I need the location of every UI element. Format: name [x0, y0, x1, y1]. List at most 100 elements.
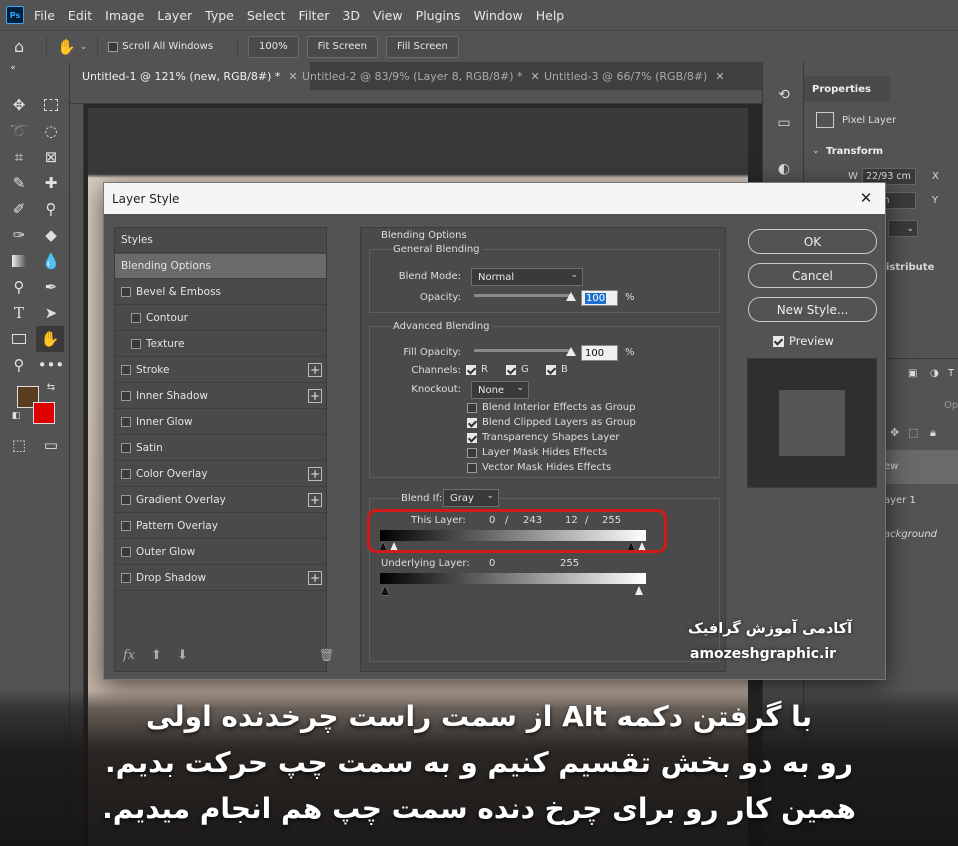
dialog-title-bar[interactable]: Layer Style	[104, 183, 885, 214]
menu-edit[interactable]: Edit	[68, 8, 92, 23]
tab-untitled-2[interactable]: Untitled-2 @ 83/9% (Layer 8, RGB/8#) * ✕	[290, 62, 552, 90]
zoom-100-button[interactable]: 100%	[248, 35, 299, 58]
layer-type-icon[interactable]: T	[948, 368, 954, 379]
quick-mask-icon[interactable]: ⬚	[8, 434, 30, 456]
style-item-pattern-overlay[interactable]: Pattern Overlay	[115, 514, 326, 539]
menu-plugins[interactable]: Plugins	[416, 8, 461, 23]
preview-checkbox[interactable]: Preview	[773, 334, 834, 348]
opacity-slider-track[interactable]	[474, 294, 571, 297]
add-effect-icon[interactable]: +	[308, 389, 322, 403]
layer-adjust-icon[interactable]: ◑	[930, 368, 939, 379]
blend-if-select[interactable]: Gray ⌄	[443, 489, 499, 507]
history-icon[interactable]: ⟲	[775, 86, 793, 104]
channel-g-checkbox[interactable]: G	[506, 364, 529, 375]
collapse-icon[interactable]: «	[2, 62, 24, 74]
hand-tool-icon[interactable]: ✋	[57, 38, 76, 56]
fit-screen-button[interactable]: Fit Screen	[306, 35, 378, 58]
properties-tab[interactable]: Properties	[804, 76, 890, 102]
marquee-tool-icon[interactable]	[40, 94, 62, 116]
background-color-swatch[interactable]	[33, 402, 55, 424]
add-effect-icon[interactable]: +	[308, 363, 322, 377]
style-item-checkbox[interactable]	[121, 365, 131, 375]
style-item-checkbox[interactable]	[131, 339, 141, 349]
style-item-gradient-overlay[interactable]: Gradient Overlay +	[115, 488, 326, 513]
history-brush-icon[interactable]: ✑	[8, 224, 30, 246]
add-effect-icon[interactable]: +	[308, 493, 322, 507]
style-item-drop-shadow[interactable]: Drop Shadow +	[115, 566, 326, 591]
style-item-outer-glow[interactable]: Outer Glow	[115, 540, 326, 565]
lock-artboard-icon[interactable]: ⬚	[908, 426, 918, 439]
blur-tool-icon[interactable]: 💧	[40, 250, 62, 272]
tab-untitled-1[interactable]: Untitled-1 @ 121% (new, RGB/8#) * ✕	[70, 62, 310, 90]
chevron-down-icon[interactable]: ⌄	[80, 42, 88, 52]
photoshop-logo[interactable]: Ps	[6, 6, 24, 24]
gradient-tool-icon[interactable]	[8, 250, 30, 272]
new-style-button[interactable]: New Style...	[748, 297, 877, 322]
underlying-white-slider[interactable]	[635, 586, 643, 595]
lasso-tool-icon[interactable]: ➰	[8, 120, 30, 142]
option-blend-clipped-layers-as-group[interactable]: Blend Clipped Layers as Group	[467, 417, 636, 428]
comment-icon[interactable]: ▭	[775, 114, 793, 132]
home-icon[interactable]: ⌂	[14, 37, 36, 56]
style-item-stroke[interactable]: Stroke +	[115, 358, 326, 383]
swap-colors-icon[interactable]: ⇆	[44, 380, 58, 394]
style-item-checkbox[interactable]	[121, 469, 131, 479]
adjustments-icon[interactable]: ◐	[775, 160, 793, 178]
menu-3d[interactable]: 3D	[342, 8, 360, 23]
style-item-satin[interactable]: Satin	[115, 436, 326, 461]
pen-tool-icon[interactable]: ✒	[40, 276, 62, 298]
fx-icon[interactable]: fx	[123, 648, 135, 663]
style-item-checkbox[interactable]	[121, 287, 131, 297]
quick-select-icon[interactable]: ◌	[40, 120, 62, 142]
chevron-down-icon[interactable]: ⌄	[812, 146, 820, 156]
frame-tool-icon[interactable]: ⊠	[40, 146, 62, 168]
channel-b-checkbox[interactable]: B	[546, 364, 568, 375]
move-down-icon[interactable]: ⬇	[177, 648, 188, 663]
style-item-texture[interactable]: Texture	[115, 332, 326, 357]
ok-button[interactable]: OK	[748, 229, 877, 254]
trash-icon[interactable]: 🗑︎	[319, 648, 334, 662]
underlying-black-slider[interactable]	[381, 586, 389, 595]
menu-type[interactable]: Type	[205, 8, 234, 23]
menu-file[interactable]: File	[34, 8, 55, 23]
stamp-tool-icon[interactable]: ⚲	[40, 198, 62, 220]
blend-mode-select[interactable]: Normal ⌄	[471, 268, 583, 286]
type-tool-icon[interactable]: T	[8, 302, 30, 324]
menu-filter[interactable]: Filter	[298, 8, 329, 23]
style-item-checkbox[interactable]	[121, 443, 131, 453]
menu-image[interactable]: Image	[105, 8, 144, 23]
style-item-checkbox[interactable]	[121, 495, 131, 505]
knockout-select[interactable]: None ⌄	[471, 381, 529, 399]
fill-opacity-slider-track[interactable]	[474, 349, 571, 352]
style-item-checkbox[interactable]	[131, 313, 141, 323]
styles-header[interactable]: Styles	[115, 228, 326, 253]
move-up-icon[interactable]: ⬆	[151, 648, 162, 663]
style-item-inner-shadow[interactable]: Inner Shadow +	[115, 384, 326, 409]
cancel-button[interactable]: Cancel	[748, 263, 877, 288]
lock-move-icon[interactable]: ✥	[890, 426, 899, 439]
menu-window[interactable]: Window	[473, 8, 522, 23]
crop-tool-icon[interactable]: ⌗	[8, 146, 30, 168]
brush-tool-icon[interactable]: ✐	[8, 198, 30, 220]
hand-tool-icon[interactable]: ✋	[36, 326, 64, 352]
eraser-tool-icon[interactable]: ◆	[40, 224, 62, 246]
rectangle-tool-icon[interactable]	[8, 328, 30, 350]
style-item-color-overlay[interactable]: Color Overlay +	[115, 462, 326, 487]
style-item-checkbox[interactable]	[121, 547, 131, 557]
screen-mode-icon[interactable]: ▭	[40, 434, 62, 456]
style-item-checkbox[interactable]	[121, 573, 131, 583]
style-item-inner-glow[interactable]: Inner Glow	[115, 410, 326, 435]
scroll-all-windows-checkbox[interactable]	[108, 41, 119, 52]
path-select-icon[interactable]: ➤	[40, 302, 62, 324]
fill-screen-button[interactable]: Fill Screen	[385, 35, 459, 58]
add-effect-icon[interactable]: +	[308, 467, 322, 481]
fill-opacity-slider-thumb[interactable]	[566, 347, 576, 356]
move-tool-icon[interactable]: ✥	[8, 94, 30, 116]
option-blend-interior-effects-as-group[interactable]: Blend Interior Effects as Group	[467, 402, 635, 413]
style-item-blending-options[interactable]: Blending Options	[115, 254, 326, 279]
style-item-checkbox[interactable]	[121, 521, 131, 531]
style-item-contour[interactable]: Contour	[115, 306, 326, 331]
zoom-tool-icon[interactable]: ⚲	[8, 354, 30, 376]
menu-help[interactable]: Help	[536, 8, 565, 23]
layer-filter-icon[interactable]: ▣	[908, 368, 917, 379]
